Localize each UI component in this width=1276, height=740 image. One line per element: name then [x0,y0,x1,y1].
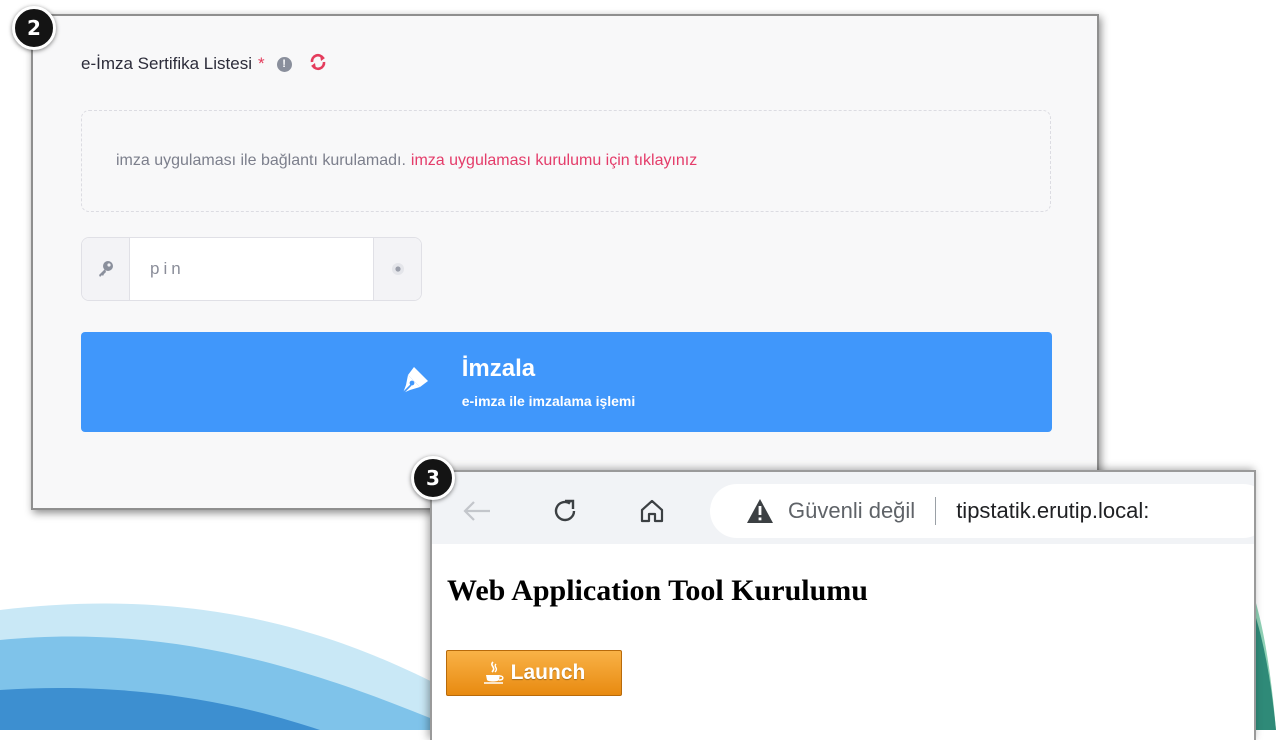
reload-icon[interactable] [550,496,580,526]
launch-button[interactable]: Launch [446,650,622,696]
install-app-link[interactable]: imza uygulaması kurulumu için tıklayınız [411,152,697,170]
refresh-icon[interactable] [308,53,328,76]
home-icon[interactable] [637,496,667,526]
back-arrow-icon[interactable] [462,496,492,526]
browser-toolbar: Güvenli değil tipstatik.erutip.local: [432,472,1254,544]
certificate-list-header: e-İmza Sertifika Listesi * ! [81,53,328,76]
certificate-list-label: e-İmza Sertifika Listesi [81,54,252,73]
launch-button-label: Launch [510,661,586,684]
signing-panel: e-İmza Sertifika Listesi * ! imza uygula… [31,14,1099,510]
sign-button-title: İmzala [461,355,536,382]
eye-icon[interactable] [373,238,421,300]
address-bar[interactable]: Güvenli değil tipstatik.erutip.local: [710,484,1254,538]
connection-error-text: imza uygulaması ile bağlantı kurulamadı. [116,152,406,169]
pin-input-group [81,237,422,301]
required-marker: * [258,54,265,73]
info-icon[interactable]: ! [276,56,292,72]
step-badge-3: 3 [411,456,455,500]
page-title: Web Application Tool Kurulumu [447,574,868,607]
browser-window: Güvenli değil tipstatik.erutip.local: We… [430,470,1256,740]
pin-input[interactable] [130,238,373,300]
java-cup-icon [483,661,505,685]
step-badge-2: 2 [12,6,56,50]
key-icon [82,238,130,300]
pen-nib-icon [398,363,432,402]
sign-button[interactable]: İmzala e-imza ile imzalama işlemi [81,332,1052,432]
warning-triangle-icon [746,498,774,524]
sign-button-subtitle: e-imza ile imzalama işlemi [461,393,636,409]
url-text[interactable]: tipstatik.erutip.local: [956,498,1149,524]
address-divider [935,497,937,525]
connection-notice: imza uygulaması ile bağlantı kurulamadı.… [81,110,1051,212]
security-warning[interactable]: Güvenli değil [788,498,915,524]
